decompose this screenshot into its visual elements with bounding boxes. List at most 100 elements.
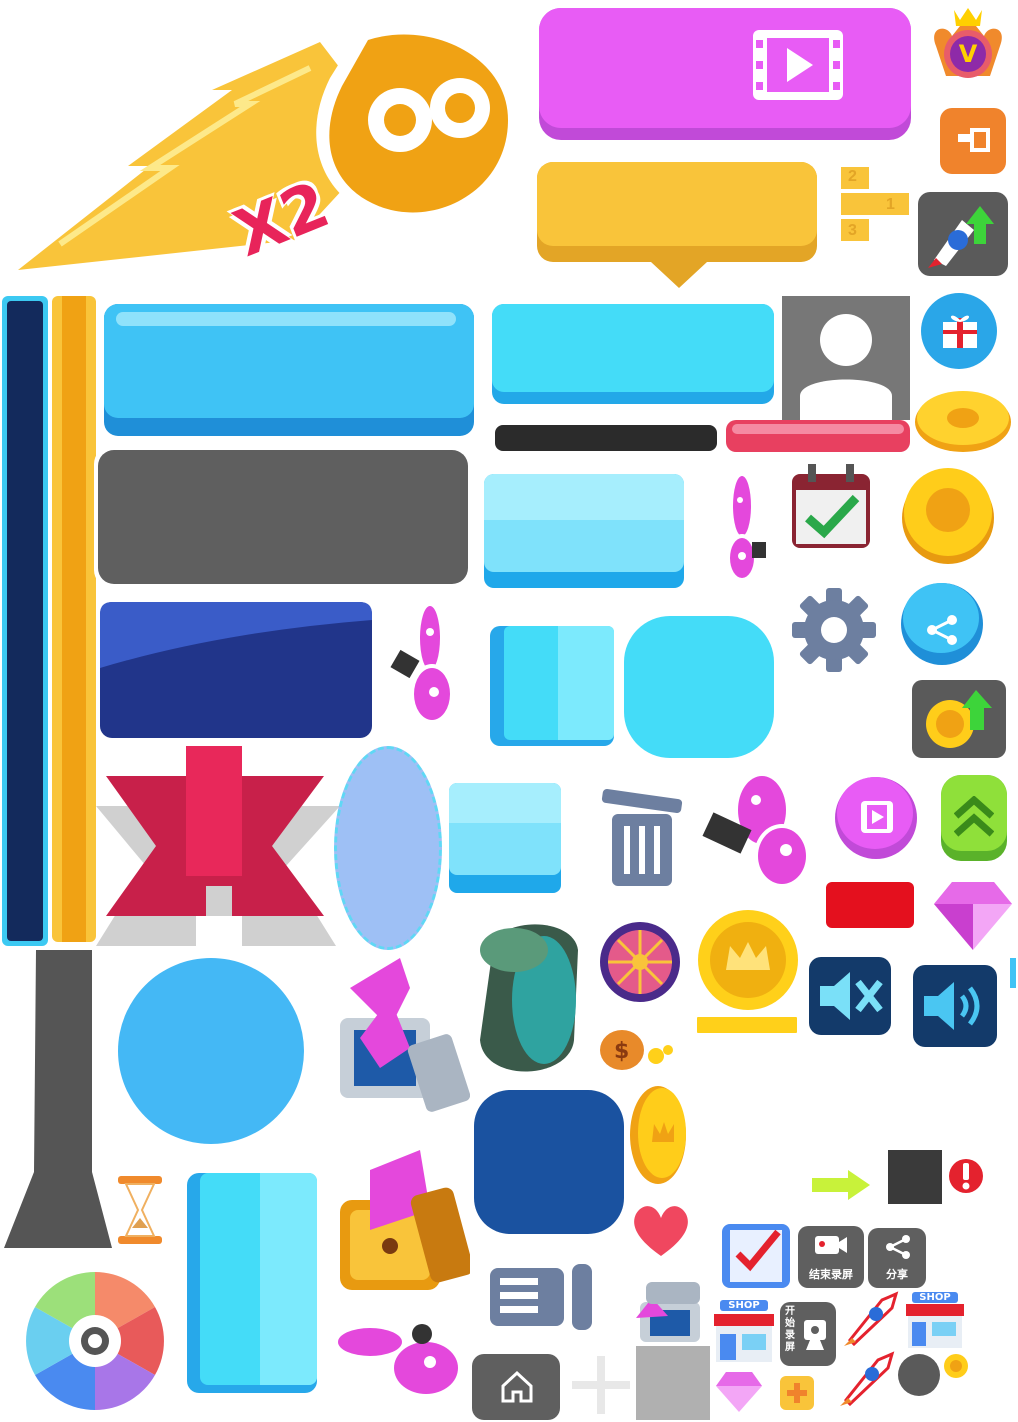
share-icon xyxy=(884,1234,912,1260)
heart-icon xyxy=(626,1196,696,1266)
podium-number: 2 xyxy=(848,168,857,185)
home-button[interactable] xyxy=(472,1354,560,1420)
share-label: 分享 xyxy=(886,1268,908,1281)
coin-icon xyxy=(624,1080,692,1190)
home-icon xyxy=(500,1370,534,1404)
plus-icon[interactable] xyxy=(570,1354,632,1416)
stone-platform xyxy=(474,920,584,1084)
svg-text:$: $ xyxy=(614,1039,629,1064)
torch-shape xyxy=(4,950,114,1248)
share-small-button[interactable]: 分享 xyxy=(868,1228,926,1288)
watch-video-button[interactable] xyxy=(534,4,916,148)
lucky-wheel-icon[interactable] xyxy=(594,916,686,1008)
light-blue-button[interactable] xyxy=(478,468,690,594)
sound-on-icon xyxy=(922,978,988,1034)
video-orb-button[interactable] xyxy=(830,772,922,864)
cyan-panel-button[interactable] xyxy=(488,300,778,410)
blue-circle xyxy=(112,954,312,1150)
aperture-icon xyxy=(20,1266,170,1416)
podium-number: 3 xyxy=(848,222,857,239)
rank-list-icon[interactable] xyxy=(484,1254,600,1338)
rocket-upgrade-icon xyxy=(928,200,998,268)
end-record-label: 结束录屏 xyxy=(809,1268,853,1281)
level-up-button[interactable] xyxy=(936,770,1012,866)
speech-bubble xyxy=(533,158,823,292)
cyan-square xyxy=(624,616,774,758)
money-bag-icon: $ xyxy=(594,1020,676,1076)
dark-square xyxy=(888,1150,942,1204)
user-avatar-icon xyxy=(782,296,910,420)
hourglass-icon xyxy=(112,1174,168,1246)
sound-on-button[interactable] xyxy=(908,960,1002,1052)
shop-label: SHOP xyxy=(912,1292,958,1303)
gift-icon xyxy=(940,310,980,350)
start-record-button[interactable]: 开始录屏 xyxy=(780,1302,836,1366)
podium-icon: 2 1 3 xyxy=(836,160,914,246)
diamond-icon xyxy=(714,1370,764,1414)
coin-upgrade-button[interactable] xyxy=(912,680,1006,758)
coin-icon xyxy=(940,1350,972,1382)
butterfly-icon xyxy=(386,598,464,730)
plus-button[interactable] xyxy=(776,1372,818,1414)
crown-coin-icon xyxy=(690,904,806,1016)
progress-track-navy xyxy=(2,296,48,946)
end-record-button[interactable]: 结束录屏 xyxy=(798,1226,864,1288)
navy-square xyxy=(474,1090,624,1234)
rocket-icon xyxy=(840,1350,898,1406)
podium-number: 1 xyxy=(886,196,895,213)
gift-button[interactable] xyxy=(916,288,1002,374)
chevron-up-icon xyxy=(954,796,994,840)
cyan-square-button[interactable] xyxy=(444,778,566,898)
mute-icon xyxy=(818,970,884,1022)
butterfly-icon xyxy=(330,1318,466,1402)
dark-slim-bar xyxy=(490,420,722,458)
exit-button[interactable] xyxy=(936,104,1010,178)
yellow-bar xyxy=(694,1014,800,1036)
rocket-icon xyxy=(844,1290,902,1346)
red-tag xyxy=(826,882,914,928)
double-coin-badge: X2 xyxy=(0,8,530,283)
video-orb-icon xyxy=(860,800,894,834)
treasure-chest-icon xyxy=(622,1278,712,1346)
record-icon xyxy=(802,1318,830,1352)
exit-icon xyxy=(956,124,990,158)
mute-button[interactable] xyxy=(804,952,896,1040)
navy-panel-button[interactable] xyxy=(96,598,378,744)
gray-square xyxy=(636,1346,710,1420)
settings-gear-icon[interactable] xyxy=(786,582,882,678)
cyan-tile xyxy=(486,622,620,752)
coin-icon xyxy=(910,386,1016,456)
vip-crown-icon: V xyxy=(928,6,1008,88)
scroll-check-icon xyxy=(716,1218,796,1294)
shop-button[interactable]: SHOP xyxy=(712,1300,776,1364)
treasure-chest-icon xyxy=(330,958,470,1128)
record-icon xyxy=(814,1232,848,1258)
start-record-label: 开始录屏 xyxy=(785,1306,795,1353)
treasure-chest-icon xyxy=(330,1150,470,1310)
cyan-tall-tile xyxy=(182,1168,322,1398)
shop-label: SHOP xyxy=(720,1300,768,1311)
share-button[interactable] xyxy=(896,578,988,670)
gray-panel xyxy=(94,446,474,588)
dark-circle xyxy=(898,1354,940,1396)
butterfly-icon xyxy=(712,466,772,592)
blue-panel-button[interactable] xyxy=(100,300,478,442)
arrow-right-icon[interactable] xyxy=(804,1160,880,1210)
plus-icon xyxy=(785,1381,809,1405)
vip-letter: V xyxy=(958,40,978,68)
cyan-edge-mark xyxy=(1010,958,1016,988)
alert-icon xyxy=(944,1154,988,1198)
share-icon xyxy=(924,614,960,646)
dashed-oval xyxy=(334,746,442,950)
progress-track-yellow xyxy=(52,296,96,942)
rocket-upgrade-button[interactable] xyxy=(918,192,1008,276)
trash-icon[interactable] xyxy=(600,782,684,894)
shop-button[interactable]: SHOP xyxy=(904,1292,966,1350)
coin-icon xyxy=(896,462,1000,566)
diamond-icon xyxy=(932,878,1014,952)
ribbon-shape xyxy=(96,746,340,946)
coin-upgrade-icon xyxy=(922,686,998,752)
video-play-icon xyxy=(749,26,847,104)
red-slim-bar xyxy=(726,420,910,452)
butterfly-icon xyxy=(696,770,814,896)
